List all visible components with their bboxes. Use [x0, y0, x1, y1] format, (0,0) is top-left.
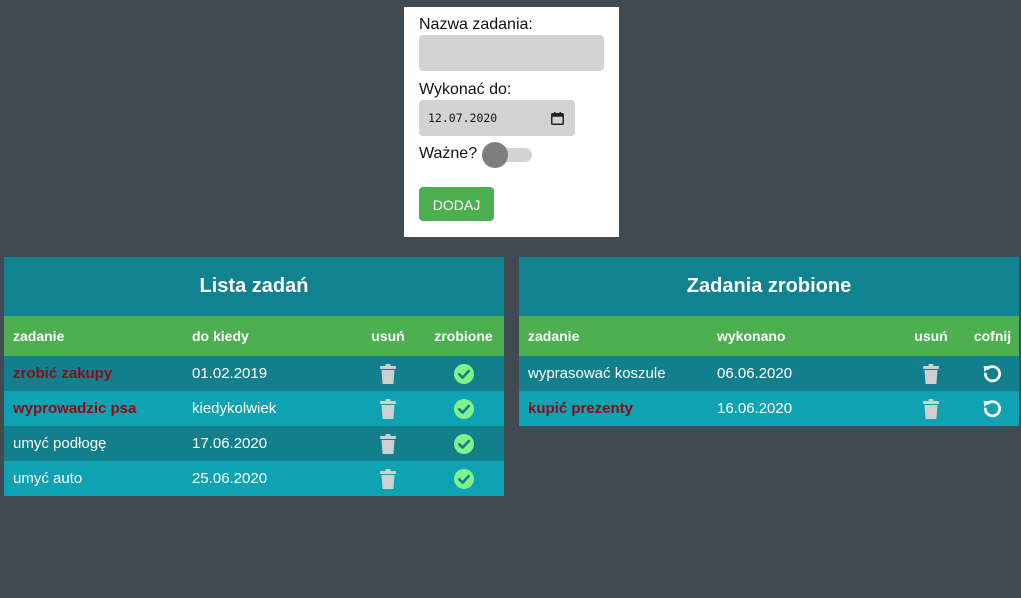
column-header-due: do kiedy — [192, 328, 249, 344]
done-title: Zadania zrobione — [519, 257, 1019, 316]
done-panel: Zadania zrobione zadanie wykonano usuń c… — [519, 257, 1019, 426]
undo-icon[interactable] — [982, 363, 1003, 384]
trash-icon[interactable] — [380, 433, 396, 454]
task-date: 16.06.2020 — [717, 400, 793, 417]
undo-icon[interactable] — [982, 398, 1003, 419]
table-row: umyć auto 25.06.2020 — [4, 461, 504, 496]
table-row: wyprasować koszule 06.06.2020 — [519, 356, 1019, 391]
table-row: kupić prezenty 16.06.2020 — [519, 391, 1019, 426]
done-header-row: zadanie wykonano usuń cofnij — [519, 316, 1019, 356]
task-name: umyć podłogę — [13, 435, 107, 452]
add-task-form: Nazwa zadania: Wykonać do: 12.07.2020 Wa… — [404, 7, 619, 237]
check-circle-icon[interactable] — [453, 398, 474, 419]
column-header-delete: usuń — [371, 328, 405, 344]
check-circle-icon[interactable] — [453, 363, 474, 384]
important-toggle[interactable] — [482, 142, 534, 168]
mark-done-button[interactable] — [423, 468, 504, 489]
task-date: 17.06.2020 — [192, 435, 268, 452]
table-row: umyć podłogę 17.06.2020 — [4, 426, 504, 461]
task-name: zrobić zakupy — [13, 365, 113, 382]
mark-done-button[interactable] — [423, 433, 504, 454]
column-header-undo: cofnij — [973, 328, 1012, 344]
trash-icon[interactable] — [923, 363, 939, 384]
delete-button[interactable] — [353, 468, 423, 489]
due-date-input[interactable]: 12.07.2020 — [419, 100, 575, 136]
task-name: wyprasować koszule — [528, 365, 666, 382]
column-header-completed: wykonano — [717, 328, 786, 344]
task-name-label: Nazwa zadania: — [419, 16, 533, 33]
mark-done-button[interactable] — [423, 363, 504, 384]
mark-done-button[interactable] — [423, 398, 504, 419]
delete-button[interactable] — [353, 433, 423, 454]
column-header-delete: usuń — [914, 328, 948, 344]
due-date-value: 12.07.2020 — [428, 111, 498, 125]
important-row: Ważne? — [419, 142, 604, 168]
calendar-icon[interactable] — [551, 111, 564, 125]
table-row: zrobić zakupy 01.02.2019 — [4, 356, 504, 391]
todo-header-row: zadanie do kiedy usuń zrobione — [4, 316, 504, 356]
todo-panel: Lista zadań zadanie do kiedy usuń zrobio… — [4, 257, 504, 496]
trash-icon[interactable] — [380, 363, 396, 384]
column-header-done: zrobione — [434, 328, 493, 344]
undo-button[interactable] — [966, 398, 1019, 419]
delete-button[interactable] — [896, 363, 966, 384]
column-header-task: zadanie — [13, 328, 65, 344]
task-name: umyć auto — [13, 470, 83, 487]
delete-button[interactable] — [896, 398, 966, 419]
trash-icon[interactable] — [923, 398, 939, 419]
todo-title: Lista zadań — [4, 257, 504, 316]
check-circle-icon[interactable] — [453, 468, 474, 489]
toggle-thumb[interactable] — [482, 142, 509, 168]
check-circle-icon[interactable] — [453, 433, 474, 454]
task-name: kupić prezenty — [528, 400, 634, 417]
undo-button[interactable] — [966, 363, 1019, 384]
task-date: 06.06.2020 — [717, 365, 793, 382]
table-row: wyprowadzic psa kiedykolwiek — [4, 391, 504, 426]
trash-icon[interactable] — [380, 398, 396, 419]
task-name: wyprowadzic psa — [13, 400, 137, 417]
delete-button[interactable] — [353, 398, 423, 419]
task-name-input[interactable] — [419, 35, 604, 71]
task-date: 01.02.2019 — [192, 365, 268, 382]
task-date: 25.06.2020 — [192, 470, 268, 487]
task-date: kiedykolwiek — [192, 400, 277, 417]
trash-icon[interactable] — [380, 468, 396, 489]
due-date-label: Wykonać do: — [419, 81, 512, 98]
column-header-task: zadanie — [528, 328, 580, 344]
important-label: Ważne? — [419, 145, 478, 162]
add-task-button[interactable]: Dodaj — [419, 187, 494, 221]
delete-button[interactable] — [353, 363, 423, 384]
